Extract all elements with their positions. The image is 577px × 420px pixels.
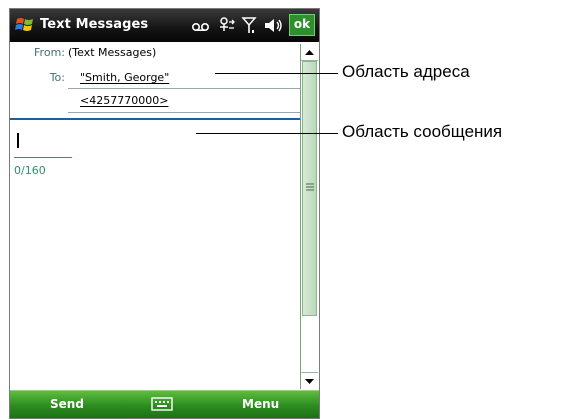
scroll-grip-icon — [306, 183, 314, 191]
recipient-name[interactable]: "Smith, George" — [80, 71, 169, 84]
send-button[interactable]: Send — [50, 397, 84, 411]
menu-button[interactable]: Menu — [242, 397, 279, 411]
message-underline — [14, 157, 72, 158]
text-cursor — [17, 133, 19, 148]
windows-start-icon[interactable] — [15, 15, 35, 35]
volume-icon[interactable] — [263, 16, 283, 35]
voicemail-icon[interactable] — [191, 16, 211, 35]
recipient-number[interactable]: <4257770000> — [80, 94, 168, 107]
message-area-callout: Область сообщения — [342, 122, 503, 141]
keyboard-icon[interactable] — [151, 396, 173, 412]
scroll-up-arrow-icon — [305, 50, 314, 55]
message-body-input[interactable]: 0/160 — [10, 120, 300, 389]
to-field-underline — [68, 88, 303, 89]
menu-bar: Send Menu — [10, 390, 319, 418]
scroll-down-arrow-icon — [305, 379, 314, 384]
window-title: Text Messages — [40, 17, 149, 32]
device-screen: Text Messages ok From: (Text Messages) T… — [9, 8, 320, 419]
wifi-connection-icon[interactable] — [217, 16, 237, 35]
from-label: From: — [34, 46, 65, 59]
ok-button[interactable]: ok — [289, 14, 315, 36]
to-label: To: — [49, 71, 65, 84]
scroll-down-button[interactable] — [301, 372, 318, 389]
from-value[interactable]: (Text Messages) — [68, 46, 156, 59]
vertical-scrollbar[interactable] — [300, 44, 318, 389]
signal-strength-icon[interactable] — [241, 16, 257, 35]
character-counter: 0/160 — [14, 164, 46, 177]
message-area-leader-line — [196, 133, 338, 134]
address-area-leader-line — [215, 73, 338, 74]
scroll-up-button[interactable] — [301, 44, 318, 61]
title-bar: Text Messages ok — [10, 9, 319, 42]
to-field-underline — [68, 112, 303, 113]
scroll-thumb[interactable] — [302, 61, 317, 316]
address-area-callout: Область адреса — [342, 62, 470, 81]
